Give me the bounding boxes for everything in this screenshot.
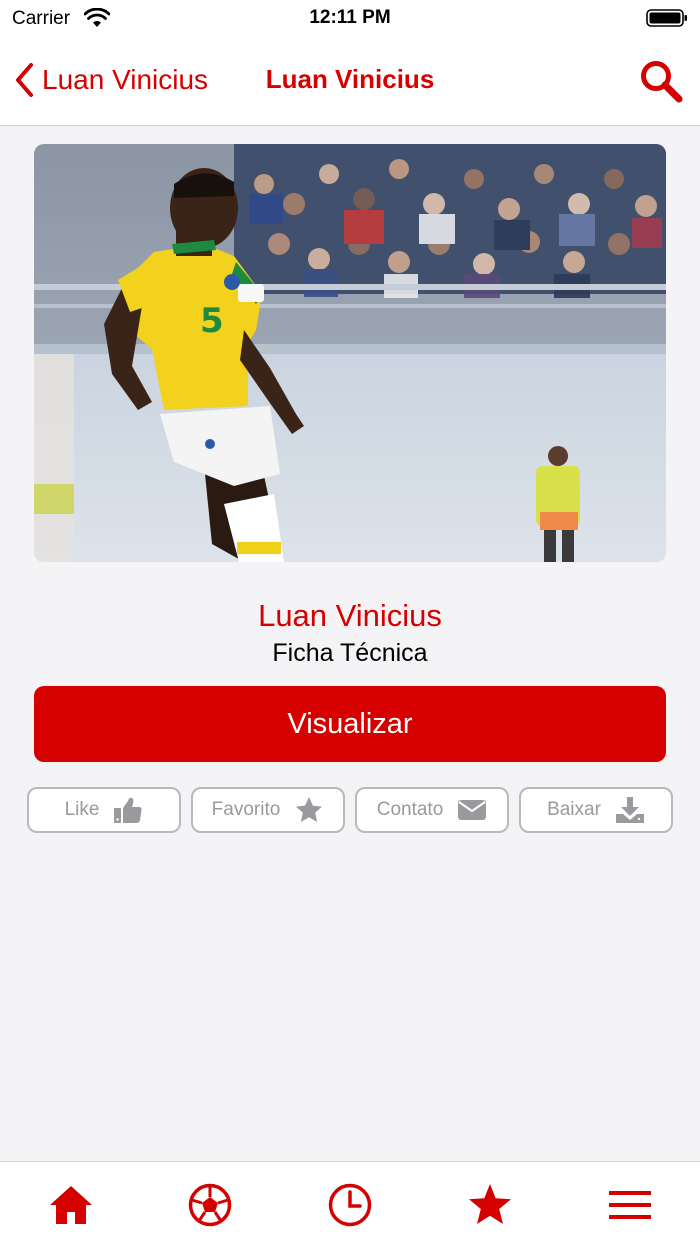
status-bar: Carrier 12:11 PM: [0, 0, 700, 40]
search-icon[interactable]: [638, 58, 684, 104]
action-buttons: Like Favorito Contato Baixar: [0, 787, 700, 833]
favorite-button[interactable]: Favorito: [191, 787, 345, 833]
soccer-ball-icon[interactable]: [187, 1182, 233, 1228]
download-button[interactable]: Baixar: [519, 787, 673, 833]
menu-icon[interactable]: [607, 1182, 653, 1228]
thumbs-up-icon: [114, 797, 142, 823]
clock: 12:11 PM: [309, 7, 391, 28]
navigation-bar: Luan Vinicius Luan Vinicius: [0, 40, 700, 126]
battery-icon: [646, 9, 687, 27]
page-title: Luan Vinicius: [265, 64, 435, 94]
star-icon: [296, 797, 323, 822]
player-photo: 5: [34, 144, 666, 562]
like-label: Like: [64, 799, 100, 820]
home-icon[interactable]: [48, 1182, 94, 1228]
jersey-number: 5: [200, 301, 224, 341]
player-name: Luan Vinicius: [258, 598, 442, 633]
contact-label: Contato: [376, 799, 444, 820]
contact-button[interactable]: Contato: [355, 787, 509, 833]
tab-bar: [0, 1161, 700, 1244]
download-icon: [615, 797, 644, 823]
clock-icon[interactable]: [327, 1182, 373, 1228]
player-subtitle: Ficha Técnica: [272, 639, 428, 667]
download-label: Baixar: [547, 799, 601, 820]
envelope-icon: [458, 800, 487, 820]
star-icon[interactable]: [467, 1182, 513, 1228]
like-button[interactable]: Like: [27, 787, 181, 833]
view-button[interactable]: Visualizar: [34, 686, 666, 762]
favorite-label: Favorito: [211, 799, 281, 820]
